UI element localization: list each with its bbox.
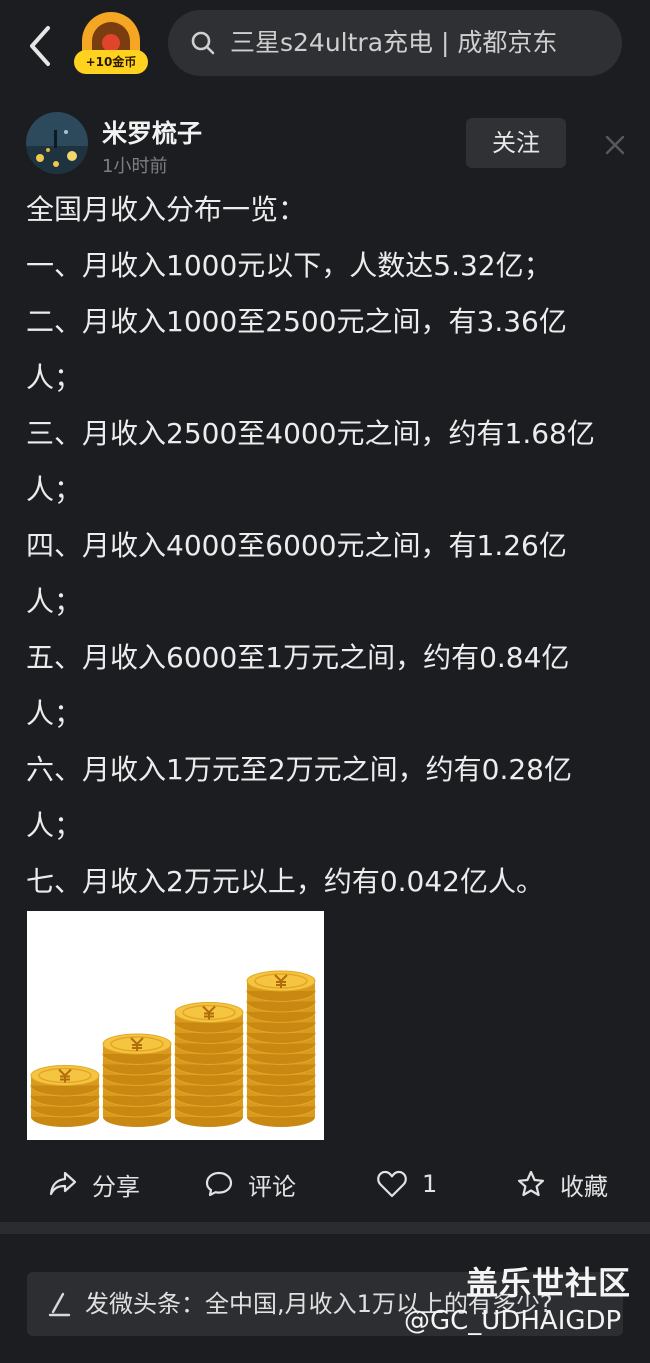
heart-icon xyxy=(377,1170,407,1198)
like-count: 1 xyxy=(422,1170,438,1198)
coin-stacks-icon xyxy=(30,970,316,1127)
post-text-line: 人； xyxy=(26,585,83,618)
avatar-image xyxy=(26,112,88,174)
post-text-line: 一、月收入1000元以下，人数达5.32亿； xyxy=(26,249,552,282)
comment-button[interactable]: 评论 xyxy=(204,1156,296,1212)
coin-reward-badge[interactable]: +10金币 xyxy=(74,12,150,76)
coin-reward-label: +10金币 xyxy=(74,50,148,74)
comment-label: 评论 xyxy=(248,1172,296,1201)
pen-icon xyxy=(48,1292,71,1317)
close-icon xyxy=(605,135,625,155)
follow-button[interactable]: 关注 xyxy=(466,118,566,168)
action-bar: 分享 评论 1 收藏 xyxy=(0,1156,650,1212)
post-text-line: 全国月收入分布一览： xyxy=(26,193,307,226)
watermark-site-name: 盖乐世社区 xyxy=(466,1264,632,1302)
author-name[interactable]: 米罗梳子 xyxy=(102,114,202,150)
share-button[interactable]: 分享 xyxy=(48,1156,140,1212)
post-image[interactable] xyxy=(27,911,324,1140)
post-text-line: 人； xyxy=(26,697,83,730)
post-text-line: 七、月收入2万元以上，约有0.042亿人。 xyxy=(26,865,544,898)
author-row: 米罗梳子 1小时前 关注 xyxy=(0,108,650,180)
collect-button[interactable]: 收藏 xyxy=(516,1156,608,1212)
post-time: 1小时前 xyxy=(102,156,168,177)
post-text-line: 人； xyxy=(26,361,83,394)
avatar[interactable] xyxy=(26,112,88,174)
share-icon xyxy=(49,1171,77,1196)
post-text-line: 三、月收入2500至4000元之间，约有1.68亿 xyxy=(26,417,595,450)
back-button[interactable] xyxy=(24,22,60,70)
close-button[interactable] xyxy=(602,132,628,158)
like-button[interactable]: 1 xyxy=(376,1156,437,1212)
post-text-line: 六、月收入1万元至2万元之间，约有0.28亿 xyxy=(26,753,572,786)
post-text-line: 五、月收入6000至1万元之间，约有0.84亿 xyxy=(26,641,570,674)
post-text-line: 四、月收入4000至6000元之间，有1.26亿 xyxy=(26,529,567,562)
section-divider xyxy=(0,1222,650,1234)
search-query-text: 三星s24ultra充电 | 成都京东 xyxy=(230,28,558,57)
share-label: 分享 xyxy=(92,1172,140,1201)
post-text-line: 二、月收入1000至2500元之间，有3.36亿 xyxy=(26,305,567,338)
back-arrow-icon xyxy=(30,26,50,66)
top-bar: +10金币 三星s24ultra充电 | 成都京东 xyxy=(0,0,650,90)
comment-icon xyxy=(205,1171,233,1197)
search-icon xyxy=(191,31,215,55)
post-text-line: 人； xyxy=(26,473,83,506)
star-icon xyxy=(517,1170,545,1197)
post-text-line: 人； xyxy=(26,809,83,842)
search-bar[interactable]: 三星s24ultra充电 | 成都京东 xyxy=(168,10,622,76)
collect-label: 收藏 xyxy=(560,1172,608,1201)
post-body: 全国月收入分布一览： 一、月收入1000元以下，人数达5.32亿； 二、月收入1… xyxy=(26,182,626,910)
watermark-handle: @GC_UDHAIGDP xyxy=(404,1306,622,1336)
